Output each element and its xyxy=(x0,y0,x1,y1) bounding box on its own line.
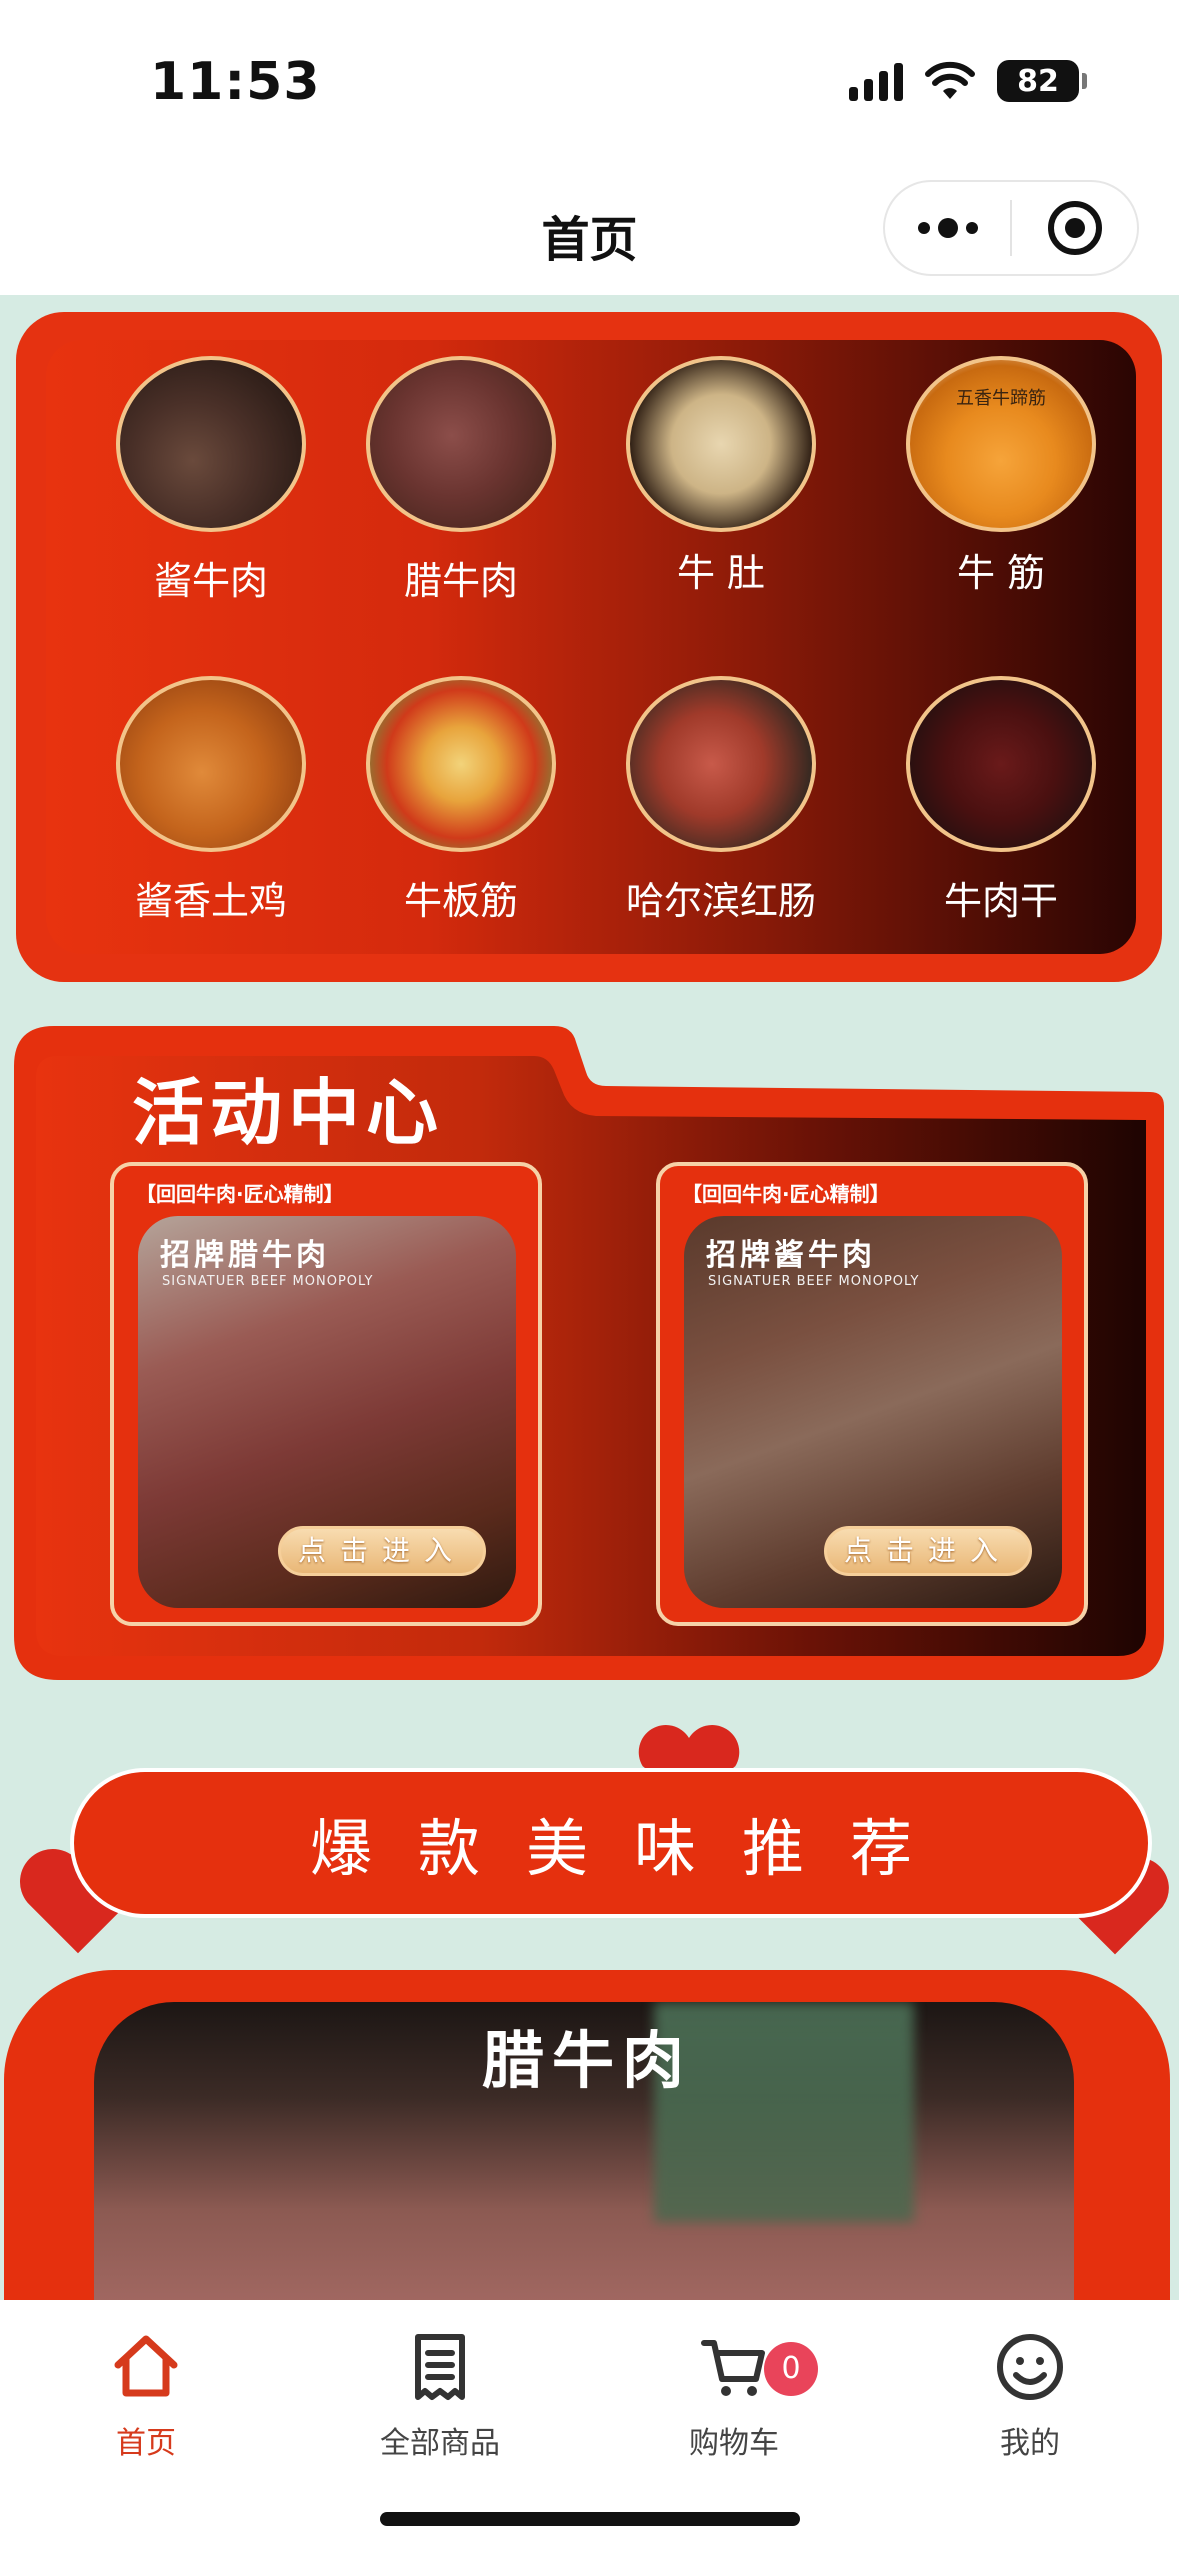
category-item[interactable]: 牛板筋 xyxy=(346,676,576,925)
tab-label: 首页 xyxy=(116,2426,176,2461)
wifi-icon xyxy=(925,61,975,99)
status-time: 11:53 xyxy=(150,52,321,112)
category-label: 牛 筋 xyxy=(956,551,1046,595)
tab-home[interactable]: 首页 xyxy=(46,2322,246,2462)
smiley-icon xyxy=(997,2334,1063,2400)
category-image xyxy=(366,356,556,532)
category-label: 牛板筋 xyxy=(403,879,518,923)
activity-card-image: 招牌腊牛肉 SIGNATUER BEEF MONOPOLY 点击进入 xyxy=(138,1216,516,1608)
activity-card-header: 【回回牛肉·匠心精制】 xyxy=(136,1182,344,1206)
category-image xyxy=(626,356,816,532)
home-icon xyxy=(114,2335,178,2397)
status-bar: 11:53 82 xyxy=(0,0,1179,160)
activity-card-name: 招牌腊牛肉 xyxy=(160,1238,330,1273)
tab-label: 全部商品 xyxy=(380,2426,500,2461)
category-label: 酱香土鸡 xyxy=(134,879,287,923)
activity-card-subtitle: SIGNATUER BEEF MONOPOLY xyxy=(708,1274,920,1289)
receipt-icon xyxy=(415,2334,465,2400)
close-button[interactable] xyxy=(1012,182,1137,274)
recommend-title: 爆款美味推荐 xyxy=(309,1812,958,1885)
close-target-icon xyxy=(1047,201,1102,255)
nav-bar: 首页 xyxy=(0,160,1179,295)
status-icons: 82 xyxy=(849,60,1087,102)
category-label: 哈尔滨红肠 xyxy=(625,879,816,923)
category-label: 牛 肚 xyxy=(676,551,766,595)
cart-badge: 0 xyxy=(764,2342,818,2396)
battery-indicator: 82 xyxy=(997,60,1087,102)
category-item[interactable]: 酱牛肉 xyxy=(96,356,326,605)
tab-label: 我的 xyxy=(1000,2426,1060,2461)
category-image: 五香牛蹄筋 xyxy=(906,356,1096,532)
category-image-seal: 五香牛蹄筋 xyxy=(956,388,1046,409)
activity-title: 活动中心 xyxy=(132,1071,445,1155)
category-label: 牛肉干 xyxy=(943,879,1058,923)
category-item[interactable]: 五香牛蹄筋 牛 筋 xyxy=(886,356,1116,597)
category-item[interactable]: 哈尔滨红肠 xyxy=(606,676,836,925)
activity-card-subtitle: SIGNATUER BEEF MONOPOLY xyxy=(162,1274,374,1289)
category-image xyxy=(626,676,816,852)
activity-card[interactable]: 【回回牛肉·匠心精制】 招牌酱牛肉 SIGNATUER BEEF MONOPOL… xyxy=(656,1162,1088,1626)
category-item[interactable]: 酱香土鸡 xyxy=(96,676,326,925)
category-image xyxy=(116,356,306,532)
category-label: 腊牛肉 xyxy=(403,559,518,603)
tab-me[interactable]: 我的 xyxy=(930,2322,1130,2462)
activity-card-header: 【回回牛肉·匠心精制】 xyxy=(682,1182,890,1206)
recommend-banner: 爆款美味推荐 xyxy=(70,1768,1152,1918)
cart-icon xyxy=(701,2340,765,2396)
enter-button[interactable]: 点击进入 xyxy=(278,1526,486,1576)
product-title: 腊牛肉 xyxy=(481,2024,692,2097)
activity-card[interactable]: 【回回牛肉·匠心精制】 招牌腊牛肉 SIGNATUER BEEF MONOPOL… xyxy=(110,1162,542,1626)
activity-center: 活动中心 【回回牛肉·匠心精制】 招牌腊牛肉 SIGNATUER BEEF MO… xyxy=(14,1026,1164,1680)
activity-card-name: 招牌酱牛肉 xyxy=(706,1238,876,1273)
home-indicator xyxy=(380,2512,800,2526)
enter-button[interactable]: 点击进入 xyxy=(824,1526,1032,1576)
category-panel: 酱牛肉 腊牛肉 牛 肚 五香牛蹄筋 牛 筋 酱香土鸡 牛板筋 哈尔滨红肠 牛肉干 xyxy=(16,312,1162,982)
product-card[interactable]: 腊牛肉 xyxy=(4,1970,1170,2300)
category-image xyxy=(906,676,1096,852)
activity-card-image: 招牌酱牛肉 SIGNATUER BEEF MONOPOLY 点击进入 xyxy=(684,1216,1062,1608)
tab-cart[interactable]: 购物车 0 xyxy=(634,2322,834,2462)
category-item[interactable]: 牛 肚 xyxy=(606,356,836,597)
category-image xyxy=(116,676,306,852)
category-grid: 酱牛肉 腊牛肉 牛 肚 五香牛蹄筋 牛 筋 酱香土鸡 牛板筋 哈尔滨红肠 牛肉干 xyxy=(46,340,1136,954)
more-dots-icon xyxy=(917,218,978,238)
category-label: 酱牛肉 xyxy=(153,559,268,603)
more-button[interactable] xyxy=(885,182,1010,274)
mini-program-capsule xyxy=(883,180,1139,276)
category-item[interactable]: 牛肉干 xyxy=(886,676,1116,925)
tab-all-products[interactable]: 全部商品 xyxy=(340,2322,540,2462)
tab-label: 购物车 xyxy=(689,2426,779,2461)
category-image xyxy=(366,676,556,852)
category-item[interactable]: 腊牛肉 xyxy=(346,356,576,605)
cellular-signal-icon xyxy=(849,61,903,101)
